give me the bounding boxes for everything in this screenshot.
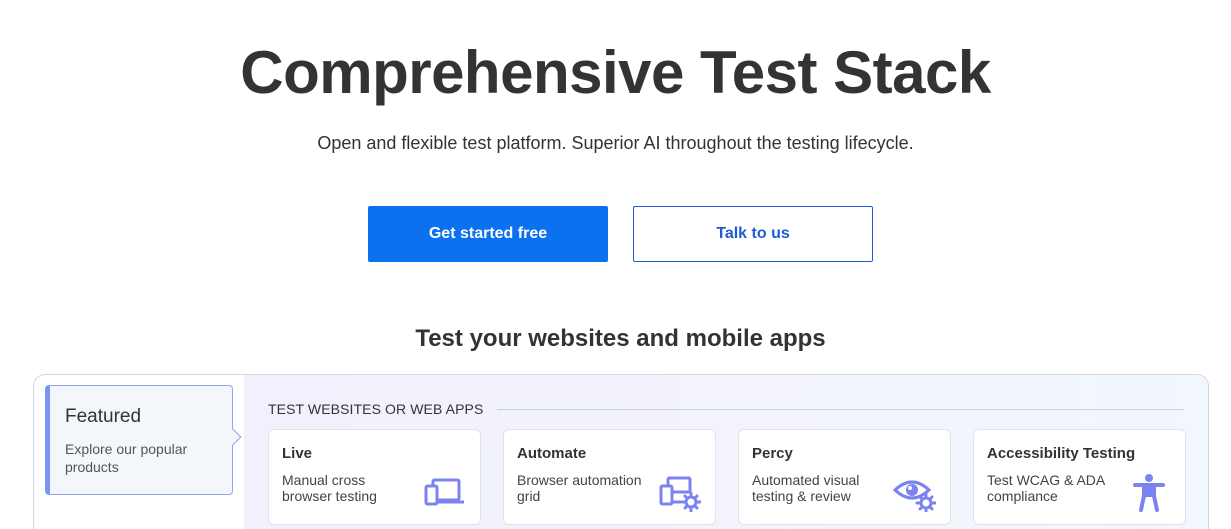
featured-title: Featured [65, 406, 142, 427]
group-header: TEST WEBSITES OR WEB APPS [268, 401, 1184, 417]
featured-tab[interactable]: Featured Explore our popular products [45, 385, 242, 495]
devices-gear-icon [659, 476, 701, 512]
card-title: Percy [752, 445, 793, 462]
talk-to-us-button[interactable]: Talk to us [633, 206, 873, 262]
product-card-live[interactable]: Live Manual cross browser testing [268, 429, 481, 525]
section-title: Test your websites and mobile apps [415, 325, 826, 352]
group-label: TEST WEBSITES OR WEB APPS [268, 401, 484, 417]
get-started-button[interactable]: Get started free [368, 206, 608, 262]
products-panel: Featured Explore our popular products TE… [33, 374, 1209, 529]
accessibility-icon [1133, 474, 1165, 512]
hero-title: Comprehensive Test Stack [240, 39, 991, 106]
card-description: Browser automation grid [517, 472, 642, 504]
hero-subtitle: Open and flexible test platform. Superio… [317, 133, 914, 153]
card-description: Manual cross browser testing [282, 472, 377, 504]
card-title: Live [282, 445, 313, 462]
group-divider [497, 408, 1184, 410]
card-title: Automate [517, 445, 587, 462]
card-description: Test WCAG & ADA compliance [987, 472, 1105, 504]
eye-gear-icon [892, 480, 936, 512]
featured-description: Explore our popular products [65, 441, 188, 475]
devices-icon [424, 478, 464, 506]
product-card-automate[interactable]: Automate Browser automation grid [503, 429, 716, 525]
card-title: Accessibility Testing [987, 445, 1136, 462]
product-card-percy[interactable]: Percy Automated visual testing & review [738, 429, 951, 525]
featured-tab-pointer [224, 428, 242, 446]
product-card-accessibility-testing[interactable]: Accessibility Testing Test WCAG & ADA co… [973, 429, 1186, 525]
card-description: Automated visual testing & review [752, 472, 860, 504]
